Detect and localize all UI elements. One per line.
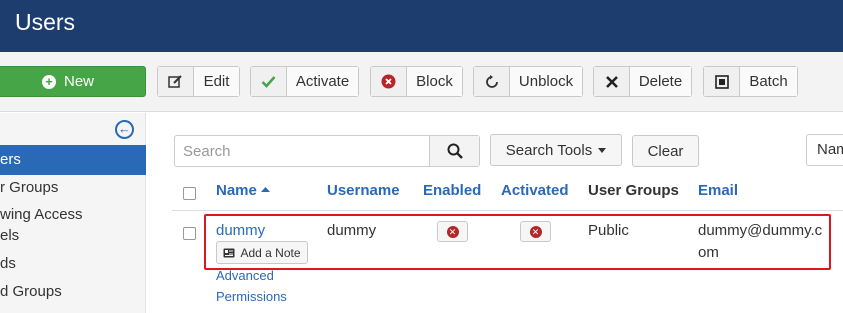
sidebar-item-user-groups[interactable]: r Groups	[0, 177, 58, 198]
new-button-label: New	[63, 73, 94, 90]
block-button[interactable]: Block	[370, 66, 463, 97]
delete-button[interactable]: Delete	[593, 66, 692, 97]
sidebar-item-fields[interactable]: ds	[0, 253, 16, 274]
batch-button-label: Batch	[740, 67, 797, 96]
edit-button[interactable]: Edit	[157, 66, 240, 97]
edit-icon	[158, 67, 194, 96]
plus-circle-icon: +	[41, 74, 56, 89]
unblock-button[interactable]: Unblock	[473, 66, 583, 97]
checkmark-icon	[251, 67, 287, 96]
column-header-enabled[interactable]: Enabled	[423, 182, 481, 199]
column-header-name[interactable]: Name	[216, 182, 271, 199]
batch-icon	[704, 67, 740, 96]
clear-button[interactable]: Clear	[632, 135, 699, 167]
sort-asc-icon	[261, 187, 271, 192]
block-icon	[371, 67, 407, 96]
app-header: Users	[0, 0, 843, 52]
select-all-checkbox[interactable]	[183, 187, 196, 200]
page-title: Users	[15, 9, 76, 35]
row-highlight-box	[204, 214, 831, 270]
row-checkbox[interactable]	[183, 227, 196, 240]
search-input[interactable]	[175, 136, 429, 166]
toolbar: + New Edit Activate Block Unblock Delete	[0, 52, 843, 112]
activate-button-label: Activate	[287, 67, 358, 96]
activate-button[interactable]: Activate	[250, 66, 359, 97]
batch-button[interactable]: Batch	[703, 66, 798, 97]
column-header-activated[interactable]: Activated	[501, 182, 569, 199]
column-header-username[interactable]: Username	[327, 182, 400, 199]
search-tools-label: Search Tools	[505, 141, 593, 159]
advanced-permissions-link-line2[interactable]: Permissions	[216, 289, 287, 304]
sidebar-item-viewing-access-levels[interactable]: els	[0, 225, 19, 246]
close-icon	[594, 67, 630, 96]
block-button-label: Block	[407, 67, 462, 96]
sidebar-item-users[interactable]: ers	[0, 145, 146, 175]
sidebar: ← ers r Groups wing Access els ds d Grou…	[0, 113, 146, 313]
search-tools-button[interactable]: Search Tools	[490, 134, 622, 166]
sidebar-item-viewing-access[interactable]: wing Access	[0, 204, 83, 225]
refresh-icon	[474, 67, 510, 96]
clear-button-label: Clear	[647, 142, 684, 160]
search-box	[174, 135, 480, 167]
new-button[interactable]: + New	[0, 66, 146, 97]
arrow-left-circle-icon[interactable]: ←	[115, 120, 134, 139]
edit-button-label: Edit	[194, 67, 239, 96]
delete-button-label: Delete	[630, 67, 691, 96]
column-header-email[interactable]: Email	[698, 182, 738, 199]
sort-select[interactable]: Nam	[806, 134, 843, 166]
column-header-user-groups: User Groups	[588, 182, 679, 199]
table-header-divider	[172, 210, 843, 211]
column-header-name-label: Name	[216, 182, 257, 199]
chevron-down-icon	[598, 147, 607, 153]
sidebar-item-field-groups[interactable]: d Groups	[0, 281, 62, 302]
search-button[interactable]	[429, 136, 479, 166]
advanced-permissions-link-line1[interactable]: Advanced	[216, 268, 274, 283]
unblock-button-label: Unblock	[510, 67, 582, 96]
search-icon	[447, 143, 463, 159]
